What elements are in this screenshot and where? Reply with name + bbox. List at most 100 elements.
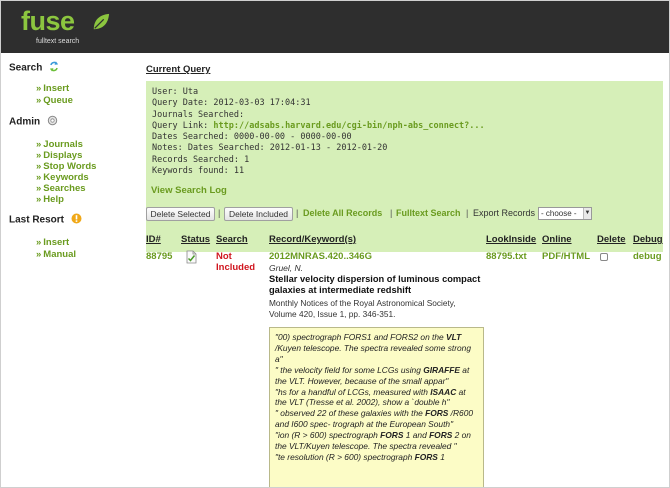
gear-icon <box>47 115 58 129</box>
view-search-log-link[interactable]: View Search Log <box>151 185 227 196</box>
sidebar-item-manual[interactable]: » Manual <box>36 249 76 260</box>
debug-link[interactable]: debug <box>633 251 662 262</box>
lookinside-link[interactable]: 88795.txt <box>486 251 527 262</box>
document-check-icon <box>184 250 198 267</box>
bibcode-link[interactable]: 2012MNRAS.420..346G <box>269 251 372 262</box>
query-summary-panel: User: Uta Query Date: 2012-03-03 17:04:3… <box>146 81 663 252</box>
keyword-snippet: "hs for a handful of LCGs, measured with… <box>275 386 466 408</box>
sidebar-item-label: Journals <box>43 139 83 150</box>
query-link-label: Query Link: <box>152 120 214 131</box>
keyword-snippet: " observed 22 of these galaxies with the… <box>275 408 474 430</box>
online-link[interactable]: PDF/HTML <box>542 251 590 262</box>
sidebar-item-label: Insert <box>43 237 70 248</box>
sidebar-item-label: Stop Words <box>43 161 97 172</box>
export-records-label: Export Records <box>473 208 536 218</box>
bullet-marker: » <box>36 161 42 172</box>
toolbar-separator: | <box>296 208 299 218</box>
sidebar-heading-label: Last Resort <box>9 214 65 226</box>
search-status: Not Included <box>216 251 255 273</box>
record-author: Gruel, N. <box>269 263 304 273</box>
query-date: Query Date: 2012-03-03 17:04:31 <box>152 98 311 109</box>
search-status-line: Not <box>216 251 232 262</box>
query-notes: Notes: Dates Searched: 2012-01-13 - 2012… <box>152 143 388 154</box>
main-content: Current Query User: Uta Query Date: 2012… <box>146 53 666 487</box>
keyword-snippet: "ion (R > 600) spectrograph FORS 1 and F… <box>275 430 471 452</box>
chevron-down-icon: ▼ <box>583 208 591 219</box>
keyword-snippets-box: "00) spectrograph FORS1 and FORS2 on the… <box>269 327 484 487</box>
keyword-snippet: "te resolution (R > 600) spectrograph FO… <box>275 451 445 462</box>
sidebar-item-keywords[interactable]: » Keywords <box>36 172 89 183</box>
bullet-marker: » <box>36 194 42 205</box>
top-header: fuse fulltext search <box>1 1 669 53</box>
col-header-record: Record/Keyword(s) <box>269 234 357 245</box>
keyword-highlight: VLT <box>446 332 462 342</box>
record-title: Stellar velocity dispersion of luminous … <box>269 274 481 295</box>
col-header-online: Online <box>542 234 572 245</box>
query-keywords-found: Keywords found: 11 <box>152 166 245 177</box>
sidebar-item-help[interactable]: » Help <box>36 194 64 205</box>
record-journal: Monthly Notices of the Royal Astronomica… <box>269 298 456 319</box>
sidebar-item-label: Queue <box>43 95 73 106</box>
export-select[interactable]: - choose - ▼ <box>538 207 592 220</box>
sidebar-heading-label: Admin <box>9 116 41 128</box>
sidebar-heading-admin: Admin <box>9 115 58 129</box>
query-link-row: Query Link: http://adsabs.harvard.edu/cg… <box>152 121 657 132</box>
logo-subtitle: fulltext search <box>36 38 80 45</box>
sidebar-item-resort-insert[interactable]: » Insert <box>36 237 69 248</box>
sidebar-item-label: Searches <box>43 183 86 194</box>
keyword-highlight: FORS <box>425 408 449 419</box>
sidebar-item-searches[interactable]: » Searches <box>36 183 86 194</box>
bullet-marker: » <box>36 139 42 150</box>
sidebar-item-label: Help <box>43 194 64 205</box>
col-header-status: Status <box>181 234 211 245</box>
delete-included-button[interactable]: Delete Included <box>224 207 293 221</box>
col-header-debug: Debug <box>633 234 663 245</box>
col-header-lookinside: LookInside <box>486 234 537 245</box>
delete-checkbox[interactable] <box>600 253 608 261</box>
refresh-icon <box>49 61 59 75</box>
query-link[interactable]: http://adsabs.harvard.edu/cgi-bin/nph-ab… <box>213 121 484 131</box>
export-select-value: - choose - <box>541 209 577 218</box>
keyword-highlight: GIRAFFE <box>423 364 460 375</box>
sidebar-item-label: Keywords <box>43 172 89 183</box>
keyword-snippet: " the velocity field for some LCGs using… <box>275 364 470 386</box>
keyword-highlight: FORS <box>429 430 453 441</box>
sidebar-item-label: Displays <box>43 150 83 161</box>
delete-all-records-link[interactable]: Delete All Records <box>303 208 382 218</box>
search-status-line: Included <box>216 262 256 273</box>
sidebar-item-journals[interactable]: » Journals <box>36 139 83 150</box>
col-header-search: Search <box>216 234 248 245</box>
toolbar-separator: | <box>218 208 221 218</box>
record-id-link[interactable]: 88795 <box>146 251 172 262</box>
bullet-marker: » <box>36 237 42 248</box>
sidebar-item-stop-words[interactable]: » Stop Words <box>36 161 96 172</box>
app-window: fuse fulltext search Search » Insert » Que… <box>0 0 670 488</box>
sidebar-heading-label: Search <box>9 62 43 74</box>
sidebar-item-insert[interactable]: » Insert <box>36 83 69 94</box>
sidebar-heading-search: Search <box>9 61 59 75</box>
sidebar-item-displays[interactable]: » Displays <box>36 150 82 161</box>
sidebar-heading-last-resort: Last Resort <box>9 213 82 227</box>
query-user: User: Uta <box>152 87 199 97</box>
bullet-marker: » <box>36 95 42 106</box>
sidebar-item-label: Insert <box>43 83 70 94</box>
logo-text[interactable]: fuse <box>21 7 75 35</box>
col-header-id: ID# <box>146 234 161 245</box>
toolbar-separator: | <box>466 208 469 218</box>
bullet-marker: » <box>36 249 42 260</box>
keyword-highlight: FORS <box>380 430 404 441</box>
sidebar: Search » Insert » Queue Admin » Journals… <box>1 53 141 487</box>
sidebar-item-queue[interactable]: » Queue <box>36 95 73 106</box>
bullet-marker: » <box>36 172 42 183</box>
keyword-snippet: "00) spectrograph FORS1 and FORS2 on the… <box>275 332 471 364</box>
query-dates-searched: Dates Searched: 0000-00-00 - 0000-00-00 <box>152 132 352 143</box>
delete-selected-button[interactable]: Delete Selected <box>146 207 215 221</box>
bullet-marker: » <box>36 183 42 194</box>
query-journals: Journals Searched: <box>152 109 245 120</box>
fulltext-search-link[interactable]: Fulltext Search <box>396 208 461 218</box>
warning-icon <box>71 213 82 227</box>
keyword-highlight: FORS <box>414 451 438 462</box>
col-header-delete: Delete <box>597 234 626 245</box>
bullet-marker: » <box>36 150 42 161</box>
toolbar-separator: | <box>390 208 393 218</box>
